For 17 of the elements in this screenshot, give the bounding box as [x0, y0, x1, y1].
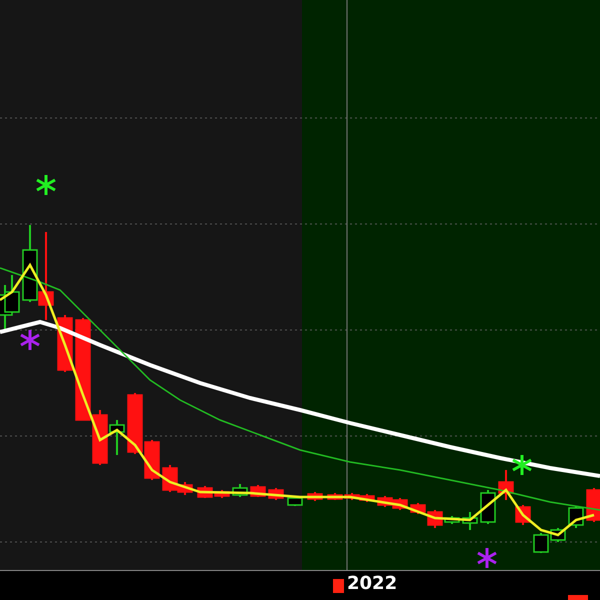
axis-year-label: 2022 — [347, 572, 398, 596]
candlestick — [287, 496, 303, 506]
asterisk-marker-icon — [477, 548, 497, 568]
candlestick — [462, 512, 478, 530]
asterisk-marker-icon — [20, 330, 40, 350]
candlestick — [480, 490, 496, 524]
candlestick — [4, 275, 20, 313]
candlestick — [586, 488, 600, 522]
event-marker-icon — [333, 579, 344, 593]
candlestick — [377, 496, 393, 507]
candlestick — [232, 484, 248, 497]
asterisk-marker-icon — [36, 175, 56, 195]
candlestick — [498, 470, 514, 500]
candlestick — [307, 492, 323, 501]
candlestick — [533, 533, 549, 553]
asterisk-marker-icon — [512, 455, 532, 475]
event-marker-icon — [568, 595, 588, 600]
